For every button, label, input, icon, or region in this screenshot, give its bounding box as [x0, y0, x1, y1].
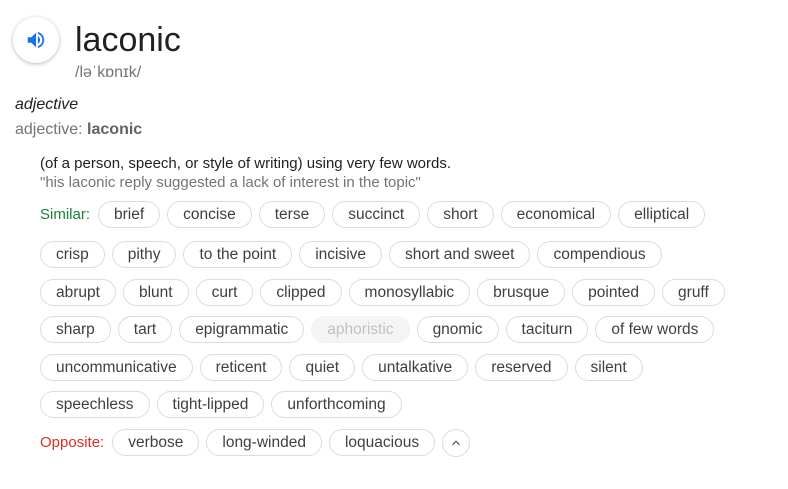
antonym-chip[interactable]: verbose	[112, 429, 200, 456]
similar-row-4: sharp tart epigrammatic aphoristic gnomi…	[40, 315, 721, 344]
similar-row-3: abrupt blunt curt clipped monosyllabic b…	[40, 278, 732, 307]
synonym-chip[interactable]: abrupt	[40, 279, 116, 306]
pos-label: adjective:	[15, 121, 83, 138]
pronunciation-button[interactable]	[13, 17, 59, 63]
synonym-chip[interactable]: clipped	[260, 279, 342, 306]
synonym-chip[interactable]: incisive	[299, 241, 383, 268]
similar-row-6: speechless tight-lipped unforthcoming	[40, 390, 409, 419]
synonym-chip[interactable]: unforthcoming	[271, 391, 402, 418]
synonym-chip[interactable]: terse	[258, 201, 326, 228]
synonym-chip[interactable]: silent	[574, 354, 643, 381]
chevron-up-icon	[452, 439, 461, 445]
synonym-chip[interactable]: short	[427, 201, 494, 228]
synonym-chip-disabled: aphoristic	[311, 316, 410, 343]
definition: (of a person, speech, or style of writin…	[40, 155, 452, 172]
similar-row-2: crisp pithy to the point incisive short …	[40, 240, 669, 269]
speaker-icon	[27, 31, 45, 49]
synonym-chip[interactable]: uncommunicative	[40, 354, 193, 381]
part-of-speech: adjective	[15, 96, 79, 113]
synonym-chip[interactable]: untalkative	[362, 354, 469, 381]
synonym-chip[interactable]: pointed	[572, 279, 656, 306]
antonym-chip[interactable]: long-winded	[206, 429, 322, 456]
synonym-chip[interactable]: taciturn	[505, 316, 589, 343]
synonym-chip[interactable]: blunt	[122, 279, 189, 306]
synonym-chip[interactable]: succinct	[332, 201, 421, 228]
synonym-chip[interactable]: monosyllabic	[348, 279, 471, 306]
similar-row-5: uncommunicative reticent quiet untalkati…	[40, 353, 650, 382]
synonym-chip[interactable]: concise	[167, 201, 252, 228]
example-sentence: "his laconic reply suggested a lack of i…	[40, 174, 421, 191]
similar-label: Similar:	[40, 206, 91, 223]
synonym-chip[interactable]: pithy	[111, 241, 177, 268]
opposite-label: Opposite:	[40, 434, 105, 451]
pos-word: laconic	[87, 121, 143, 138]
synonym-chip[interactable]: reticent	[199, 354, 283, 381]
synonym-chip[interactable]: of few words	[595, 316, 715, 343]
synonym-chip[interactable]: brusque	[477, 279, 566, 306]
phonetic-spelling: /ləˈkɒnɪk/	[75, 64, 142, 81]
synonym-chip[interactable]: crisp	[40, 241, 105, 268]
collapse-button[interactable]	[442, 428, 471, 457]
synonym-chip[interactable]: quiet	[289, 354, 356, 381]
pos-heading: adjective: laconic	[15, 121, 142, 139]
synonym-chip[interactable]: economical	[500, 201, 612, 228]
antonym-chip[interactable]: loquacious	[328, 429, 436, 456]
synonym-chip[interactable]: gnomic	[416, 316, 499, 343]
synonym-chip[interactable]: tart	[117, 316, 173, 343]
opposite-row: Opposite: verbose long-winded loquacious	[40, 428, 471, 457]
synonym-chip[interactable]: epigrammatic	[179, 316, 305, 343]
synonym-chip[interactable]: brief	[98, 201, 161, 228]
synonym-chip[interactable]: speechless	[40, 391, 150, 418]
headword: laconic	[75, 21, 181, 59]
synonym-chip[interactable]: gruff	[662, 279, 725, 306]
synonym-chip[interactable]: tight-lipped	[156, 391, 265, 418]
synonym-chip[interactable]: reserved	[475, 354, 568, 381]
similar-row-1: Similar: brief concise terse succinct sh…	[40, 200, 712, 229]
synonym-chip[interactable]: compendious	[537, 241, 662, 268]
synonym-chip[interactable]: sharp	[40, 316, 111, 343]
synonym-chip[interactable]: to the point	[183, 241, 293, 268]
synonym-chip[interactable]: curt	[195, 279, 254, 306]
synonym-chip[interactable]: elliptical	[618, 201, 706, 228]
synonym-chip[interactable]: short and sweet	[389, 241, 531, 268]
